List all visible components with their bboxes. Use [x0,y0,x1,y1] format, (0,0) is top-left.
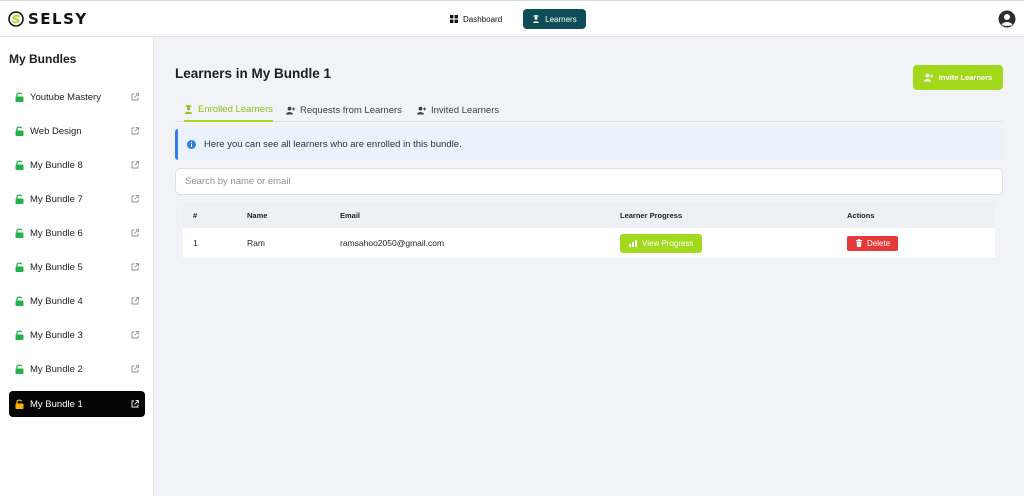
external-link-icon[interactable] [131,365,139,373]
tab-enrolled-label: Enrolled Learners [198,103,273,115]
nav-dashboard[interactable]: Dashboard [441,9,511,29]
external-link-icon[interactable] [131,400,139,408]
external-link-icon[interactable] [131,195,139,203]
user-avatar-icon[interactable] [998,10,1016,28]
view-progress-button[interactable]: View Progress [620,233,703,253]
tab-bar: Enrolled Learners Requests from Learners… [175,98,1003,122]
sidebar-item-bundle[interactable]: My Bundle 3 [9,322,145,348]
sidebar-item-bundle[interactable]: My Bundle 6 [9,220,145,246]
delete-label: Delete [867,238,891,248]
row-number: 1 [193,238,198,248]
nav-dashboard-label: Dashboard [463,14,503,24]
sidebar-item-label: My Bundle 4 [30,295,83,307]
header-name: Name [247,210,268,220]
user-plus-icon [417,106,426,114]
sidebar-item-label: My Bundle 8 [30,159,83,171]
table-row: 1 Ram ramsahoo2050@gmail.com View Progre… [183,228,995,259]
sidebar-item-label: Youtube Mastery [30,91,101,103]
sidebar-item-label: My Bundle 2 [30,363,83,375]
table-header: # Name Email Learner Progress Actions [183,202,995,228]
unlock-icon [15,126,24,136]
sidebar-item-bundle[interactable]: My Bundle 4 [9,288,145,314]
info-icon [187,140,196,149]
row-name: Ram [247,238,265,248]
sidebar-item-label: My Bundle 6 [30,227,83,239]
unlock-icon [15,399,24,409]
unlock-icon [15,262,24,272]
external-link-icon[interactable] [131,331,139,339]
tab-invited-learners[interactable]: Invited Learners [417,98,499,122]
search-input[interactable] [175,168,1003,195]
sidebar-item-label: My Bundle 7 [30,193,83,205]
unlock-icon [15,228,24,238]
invite-learners-button[interactable]: Invite Learners [913,65,1003,90]
bar-chart-icon [629,240,637,247]
user-plus-icon [923,73,933,82]
tab-requests-from-learners[interactable]: Requests from Learners [286,98,402,122]
tab-requests-label: Requests from Learners [300,104,402,116]
tab-enrolled-learners[interactable]: Enrolled Learners [184,98,273,122]
sidebar-item-bundle[interactable]: Web Design [9,118,145,144]
view-progress-label: View Progress [642,238,694,248]
row-actions-cell: Delete [847,228,899,258]
top-nav: Dashboard Learners [441,9,586,29]
external-link-icon[interactable] [131,161,139,169]
unlock-icon [15,330,24,340]
row-progress-cell: View Progress [620,228,703,258]
nav-learners[interactable]: Learners [523,9,586,29]
sidebar-item-bundle[interactable]: My Bundle 8 [9,152,145,178]
sidebar-item-label: Web Design [30,125,82,137]
header-actions: Actions [847,210,875,220]
external-link-icon[interactable] [131,127,139,135]
tab-invited-label: Invited Learners [431,104,500,116]
sidebar-item-label: My Bundle 3 [30,329,83,341]
row-email: ramsahoo2050@gmail.com [340,238,445,248]
page-title: Learners in My Bundle 1 [175,66,332,81]
external-link-icon[interactable] [131,297,139,305]
info-text: Here you can see all learners who are en… [204,139,462,150]
sidebar-item-label: My Bundle 5 [30,261,83,273]
user-plus-icon [286,106,295,114]
sidebar-item-label: My Bundle 1 [30,398,83,410]
app-logo[interactable]: SELSY [8,10,88,28]
top-bar: SELSY Dashboard Learners [0,0,1024,37]
logo-text: SELSY [28,10,88,28]
learner-icon [184,104,193,114]
trash-icon [856,239,862,247]
external-link-icon[interactable] [131,229,139,237]
header-learner-progress: Learner Progress [620,210,683,220]
selsy-logo-icon [8,11,24,27]
learners-table: # Name Email Learner Progress Actions 1 … [183,202,995,259]
grid-icon [450,15,458,23]
unlock-icon [15,194,24,204]
external-link-icon[interactable] [131,93,139,101]
unlock-icon [15,160,24,170]
sidebar: My Bundles Youtube Mastery Web Design My B… [0,37,154,496]
sidebar-item-bundle[interactable]: My Bundle 5 [9,254,145,280]
invite-learners-label: Invite Learners [938,73,993,82]
info-banner: Here you can see all learners who are en… [175,129,1003,160]
header-email: Email [340,210,361,220]
sidebar-title: My Bundles [9,52,77,66]
unlock-icon [15,92,24,102]
unlock-icon [15,296,24,306]
sidebar-item-bundle[interactable]: Youtube Mastery [9,84,145,110]
delete-button[interactable]: Delete [847,235,899,251]
sidebar-item-bundle[interactable]: My Bundle 1 [9,391,145,417]
nav-learners-label: Learners [545,14,577,24]
header-number: # [193,210,198,220]
learner-icon [532,15,540,23]
external-link-icon[interactable] [131,263,139,271]
sidebar-item-bundle[interactable]: My Bundle 2 [9,356,145,382]
sidebar-item-bundle[interactable]: My Bundle 7 [9,186,145,212]
unlock-icon [15,364,24,374]
